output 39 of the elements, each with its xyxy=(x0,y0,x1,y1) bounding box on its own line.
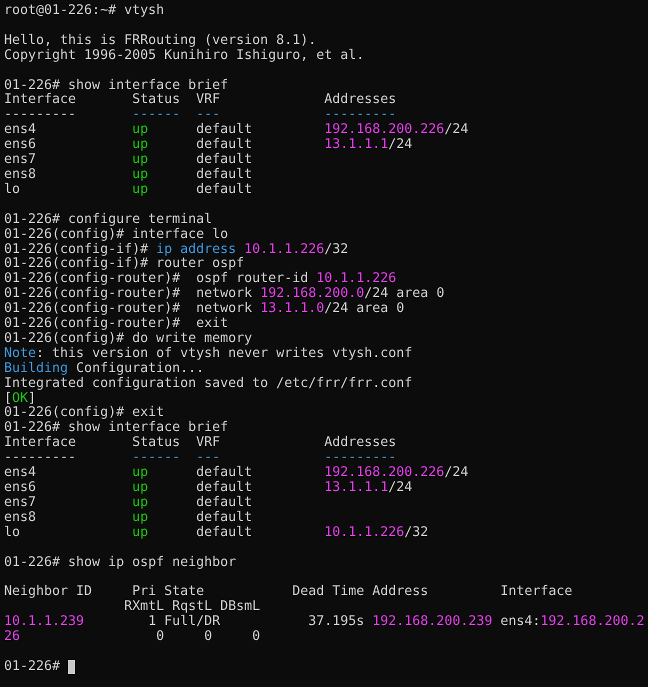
terminal-line: 01-226# show interface brief xyxy=(4,78,228,93)
terminal-line: 01-226# configure terminal xyxy=(4,212,212,228)
terminal-line: Note: this version of vtysh never writes vtysh.conf xyxy=(4,346,412,362)
terminal-line: Interface Status VRF Addresses xyxy=(4,93,396,108)
terminal-line: root@01-226:~# vtysh xyxy=(4,4,164,19)
terminal-line: Integrated configuration saved to /etc/frr/frr.conf xyxy=(4,376,412,392)
terminal-line: lo up default 10.1.1.226/32 xyxy=(4,526,428,541)
terminal-line: --------- ------ --- --------- xyxy=(4,108,396,122)
terminal-line: Building Configuration... xyxy=(4,362,204,376)
terminal-line: 01-226(config-router)# ospf router-id 10.1.1.226 xyxy=(4,272,396,286)
terminal-line: 01-226(config-if)# ip address 10.1.1.226/32 xyxy=(4,242,348,256)
terminal-line: 01-226# xyxy=(4,660,62,675)
terminal-line: ens7 up default xyxy=(4,153,252,168)
terminal-line: ens4 up default 192.168.200.226/24 xyxy=(4,466,468,480)
terminal-line: ens7 up default xyxy=(4,496,252,510)
terminal-line: Copyright 1996-2005 Kunihiro Ishiguro, et al. xyxy=(4,48,364,64)
terminal-line: RXmtL RqstL DBsmL xyxy=(123,600,260,614)
terminal-line: ens8 up default xyxy=(4,168,252,182)
terminal-line: lo up default xyxy=(4,182,252,198)
terminal-line: ens6 up default 13.1.1.1/24 xyxy=(4,138,412,152)
terminal-line: Hello, this is FRRouting (version 8.1). xyxy=(4,34,316,48)
terminal-line: 01-226# show interface brief xyxy=(4,421,228,436)
terminal-line: ens8 up default xyxy=(4,510,252,526)
terminal-line: ens4 up default 192.168.200.226/24 xyxy=(4,123,468,138)
terminal-line: 01-226(config-router)# network 192.168.200.0/24 area 0 xyxy=(4,287,444,302)
terminal-line: 01-226(config)# interface lo xyxy=(4,228,228,242)
terminal-line: [OK] xyxy=(4,392,36,406)
terminal-line: ens6 up default 13.1.1.1/24 xyxy=(4,481,412,496)
terminal-line: 01-226(config-router)# network 13.1.1.0/24 area 0 xyxy=(4,302,404,316)
terminal-line: Neighbor ID Pri State Dead Time Address Interface xyxy=(4,585,572,600)
terminal-line: 01-226(config)# do write memory xyxy=(4,332,252,346)
terminal-line: 01-226(config)# exit xyxy=(4,406,164,420)
terminal-line: 26 0 0 0 xyxy=(4,630,260,645)
terminal-line: Interface Status VRF Addresses xyxy=(4,436,396,452)
terminal-line: --------- ------ --- --------- xyxy=(4,451,396,466)
terminal-line: 10.1.1.239 1 Full/DR 37.195s 192.168.200.239 ens4:192.168.200.2 xyxy=(4,615,644,630)
terminal-line: 01-226(config-router)# exit xyxy=(4,317,228,332)
terminal-line: 01-226# show ip ospf neighbor xyxy=(4,556,236,570)
terminal-line: 01-226(config-if)# router ospf xyxy=(4,257,244,272)
